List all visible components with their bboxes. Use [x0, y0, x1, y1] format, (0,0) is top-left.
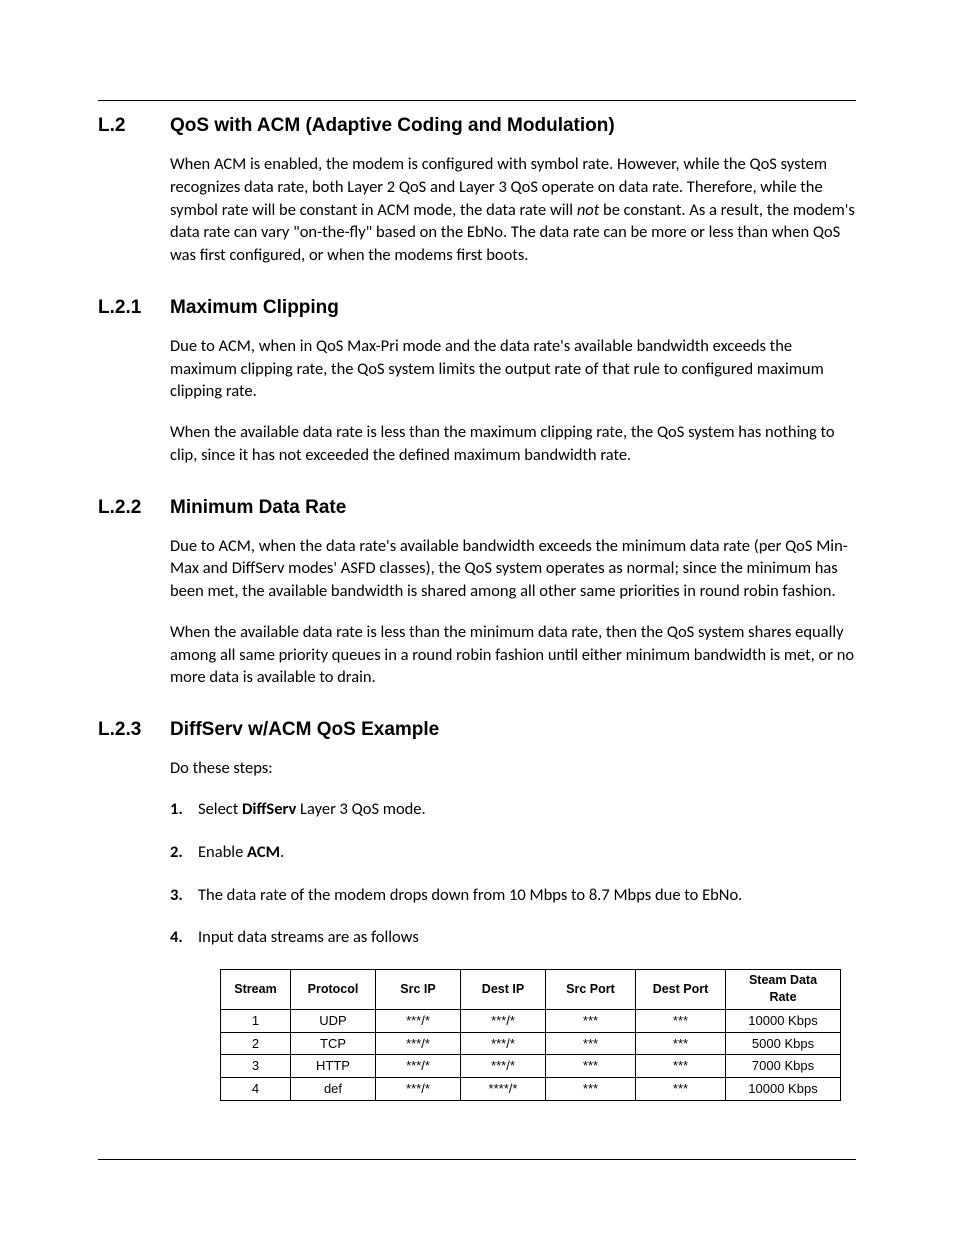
table-row: 3HTTP***/****/*******7000 Kbps [221, 1055, 841, 1078]
cell-protocol: UDP [291, 1009, 376, 1032]
section-number: L.2.3 [98, 719, 170, 741]
step-text: Input data streams are as follows [198, 926, 856, 949]
cell-stream: 4 [221, 1078, 291, 1101]
col-rate: Steam Data Rate [726, 970, 841, 1010]
table-header-row: Stream Protocol Src IP Dest IP Src Port … [221, 970, 841, 1010]
section-number: L.2 [98, 115, 170, 137]
cell-rate: 10000 Kbps [726, 1009, 841, 1032]
section-title: Minimum Data Rate [170, 497, 346, 518]
section-title: DiffServ w/ACM QoS Example [170, 719, 439, 740]
paragraph: When ACM is enabled, the modem is config… [170, 153, 856, 267]
cell-destip: ***/* [461, 1055, 546, 1078]
step-number: 2. [170, 841, 198, 864]
cell-destip: ***/* [461, 1032, 546, 1055]
cell-destip: ***/* [461, 1009, 546, 1032]
col-protocol: Protocol [291, 970, 376, 1010]
paragraph: Due to ACM, when in QoS Max-Pri mode and… [170, 335, 856, 403]
heading-l21: L.2.1Maximum Clipping [98, 297, 856, 319]
cell-srcip: ***/* [376, 1055, 461, 1078]
col-stream: Stream [221, 970, 291, 1010]
col-destport: Dest Port [636, 970, 726, 1010]
table-row: 1UDP***/****/*******10000 Kbps [221, 1009, 841, 1032]
bold-text: ACM [247, 842, 280, 862]
step-text: The data rate of the modem drops down fr… [198, 884, 856, 907]
step-text: Enable ACM. [198, 841, 856, 864]
cell-srcport: *** [546, 1032, 636, 1055]
paragraph: Do these steps: [170, 757, 856, 780]
cell-stream: 1 [221, 1009, 291, 1032]
list-item: 4. Input data streams are as follows [170, 926, 856, 949]
col-destip: Dest IP [461, 970, 546, 1010]
cell-protocol: HTTP [291, 1055, 376, 1078]
paragraph: When the available data rate is less tha… [170, 621, 856, 689]
cell-destip: ****/* [461, 1078, 546, 1101]
table-body: 1UDP***/****/*******10000 Kbps2TCP***/**… [221, 1009, 841, 1101]
cell-rate: 7000 Kbps [726, 1055, 841, 1078]
italic-text: not [577, 200, 599, 220]
paragraph: Due to ACM, when the data rate's availab… [170, 535, 856, 603]
steps-list: 1. Select DiffServ Layer 3 QoS mode. 2. … [170, 798, 856, 949]
cell-protocol: def [291, 1078, 376, 1101]
step-number: 1. [170, 798, 198, 821]
cell-destport: *** [636, 1055, 726, 1078]
cell-stream: 2 [221, 1032, 291, 1055]
cell-stream: 3 [221, 1055, 291, 1078]
table-row: 2TCP***/****/*******5000 Kbps [221, 1032, 841, 1055]
step-number: 3. [170, 884, 198, 907]
text: Layer 3 QoS mode. [296, 799, 425, 819]
body-l21: Due to ACM, when in QoS Max-Pri mode and… [170, 335, 856, 467]
table-row: 4def***/*****/*******10000 Kbps [221, 1078, 841, 1101]
cell-srcport: *** [546, 1009, 636, 1032]
step-number: 4. [170, 926, 198, 949]
cell-srcport: *** [546, 1055, 636, 1078]
cell-destport: *** [636, 1009, 726, 1032]
heading-l23: L.2.3DiffServ w/ACM QoS Example [98, 719, 856, 741]
section-number: L.2.2 [98, 497, 170, 519]
body-l22: Due to ACM, when the data rate's availab… [170, 535, 856, 690]
cell-rate: 10000 Kbps [726, 1078, 841, 1101]
list-item: 1. Select DiffServ Layer 3 QoS mode. [170, 798, 856, 821]
cell-srcport: *** [546, 1078, 636, 1101]
section-title: QoS with ACM (Adaptive Coding and Modula… [170, 115, 615, 136]
cell-destport: *** [636, 1078, 726, 1101]
heading-l22: L.2.2Minimum Data Rate [98, 497, 856, 519]
list-item: 2. Enable ACM. [170, 841, 856, 864]
data-streams-table: Stream Protocol Src IP Dest IP Src Port … [220, 969, 841, 1101]
bottom-rule [98, 1159, 856, 1160]
paragraph: When the available data rate is less tha… [170, 421, 856, 467]
cell-srcip: ***/* [376, 1032, 461, 1055]
body-l23: Do these steps: 1. Select DiffServ Layer… [170, 757, 856, 1101]
col-srcip: Src IP [376, 970, 461, 1010]
heading-l2: L.2QoS with ACM (Adaptive Coding and Mod… [98, 115, 856, 137]
cell-srcip: ***/* [376, 1078, 461, 1101]
top-rule [98, 100, 856, 101]
text: Enable [198, 842, 247, 862]
body-l2: When ACM is enabled, the modem is config… [170, 153, 856, 267]
section-title: Maximum Clipping [170, 297, 339, 318]
text: . [280, 842, 284, 862]
cell-rate: 5000 Kbps [726, 1032, 841, 1055]
bold-text: DiffServ [242, 799, 296, 819]
text: Select [198, 799, 242, 819]
section-number: L.2.1 [98, 297, 170, 319]
cell-srcip: ***/* [376, 1009, 461, 1032]
step-text: Select DiffServ Layer 3 QoS mode. [198, 798, 856, 821]
col-srcport: Src Port [546, 970, 636, 1010]
cell-protocol: TCP [291, 1032, 376, 1055]
list-item: 3. The data rate of the modem drops down… [170, 884, 856, 907]
cell-destport: *** [636, 1032, 726, 1055]
